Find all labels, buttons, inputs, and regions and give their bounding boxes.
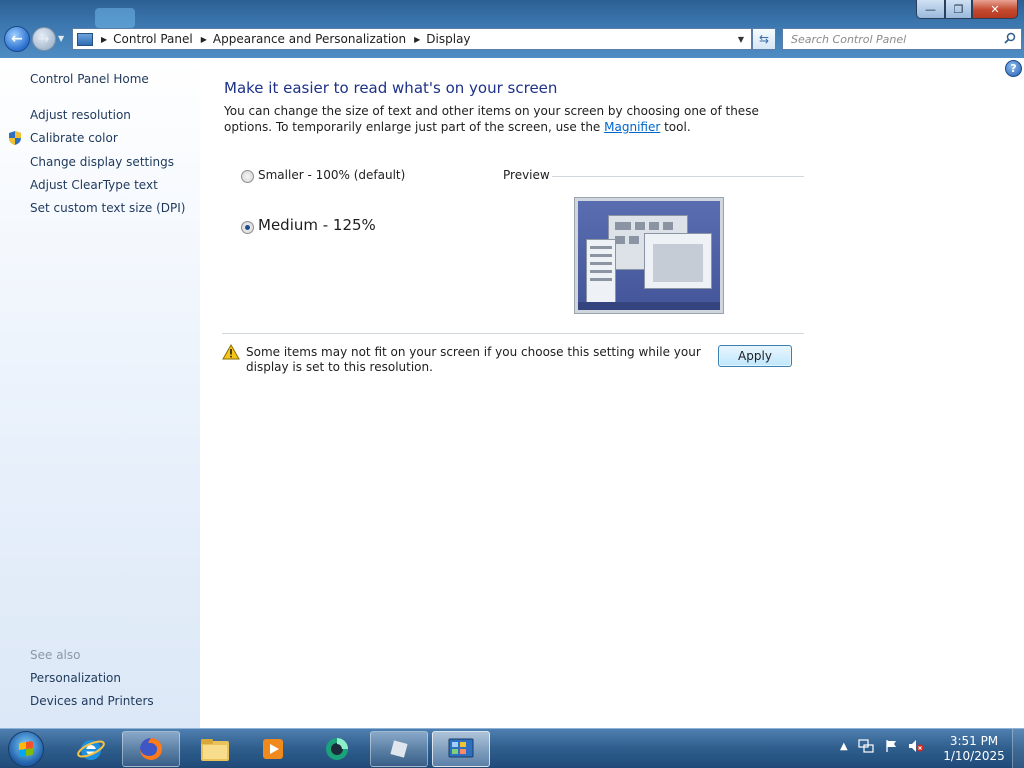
title-glass-highlight [95, 8, 135, 28]
taskbar-blank-app[interactable] [370, 731, 428, 767]
breadcrumb-arrow-icon[interactable]: ▶ [101, 35, 107, 44]
magnifier-link[interactable]: Magnifier [604, 120, 660, 134]
address-bar[interactable]: ▶ Control Panel ▶ Appearance and Persona… [72, 28, 752, 50]
search-icon[interactable] [1004, 32, 1016, 44]
taskbar-control-panel[interactable] [432, 731, 490, 767]
shield-icon [9, 131, 21, 145]
clock-time: 3:51 PM [949, 734, 999, 748]
clock-date: 1/10/2025 [943, 749, 1005, 763]
breadcrumb-appearance[interactable]: Appearance and Personalization [213, 32, 406, 46]
recent-pages-dropdown[interactable]: ▼ [58, 34, 64, 43]
show-desktop-button[interactable] [1012, 729, 1024, 768]
control-panel-icon [77, 32, 93, 46]
forward-button[interactable]: → [32, 27, 56, 51]
file-explorer-icon [201, 739, 229, 761]
network-icon[interactable] [858, 739, 874, 753]
radio-label-smaller[interactable]: Smaller - 100% (default) [258, 168, 405, 182]
volume-muted-icon[interactable] [908, 739, 924, 753]
blank-app-icon [390, 740, 408, 758]
sidebar-item-custom-text-size[interactable]: Set custom text size (DPI) [30, 201, 185, 215]
taskbar-app[interactable] [308, 731, 366, 767]
firefox-icon [140, 738, 162, 760]
preview-label: Preview [503, 168, 550, 182]
preview-divider [552, 176, 804, 177]
control-panel-icon [448, 738, 474, 758]
window-chrome: — ❐ ✕ ← → ▼ ▶ Control Panel ▶ Appearance… [0, 0, 1024, 58]
taskbar-media-player[interactable] [244, 731, 302, 767]
preview-window [644, 233, 712, 289]
apply-button[interactable]: Apply [718, 345, 792, 367]
breadcrumb-arrow-icon[interactable]: ▶ [201, 35, 207, 44]
breadcrumb-arrow-icon[interactable]: ▶ [414, 35, 420, 44]
search-box[interactable] [782, 28, 1022, 50]
breadcrumb-display[interactable]: Display [426, 32, 470, 46]
sidebar-item-calibrate-color[interactable]: Calibrate color [30, 131, 118, 145]
show-hidden-icons-icon[interactable]: ▲ [840, 741, 848, 752]
radio-smaller-100[interactable] [241, 170, 254, 183]
preview-screen [578, 201, 720, 310]
address-dropdown-icon[interactable]: ▼ [733, 31, 749, 47]
taskbar: ▲ 3:51 PM 1/10/2025 [0, 728, 1024, 768]
radio-medium-125[interactable] [241, 221, 254, 234]
taskbar-firefox[interactable] [122, 731, 180, 767]
help-icon[interactable]: ? [1005, 60, 1022, 77]
warning-icon [222, 344, 240, 360]
app-icon [326, 738, 348, 760]
back-arrow-icon: ← [11, 31, 23, 47]
media-player-icon [263, 739, 283, 759]
close-button[interactable]: ✕ [972, 0, 1018, 19]
forward-arrow-icon: → [38, 31, 50, 47]
sidebar-item-adjust-cleartype[interactable]: Adjust ClearType text [30, 178, 158, 192]
display-preview-image [574, 197, 724, 314]
sidebar-item-devices-and-printers[interactable]: Devices and Printers [30, 694, 154, 708]
see-also-heading: See also [30, 648, 81, 662]
radio-label-medium[interactable]: Medium - 125% [258, 216, 376, 234]
page-title: Make it easier to read what's on your sc… [224, 79, 558, 97]
preview-window [586, 239, 616, 305]
taskbar-internet-explorer[interactable] [62, 731, 120, 767]
taskbar-file-explorer[interactable] [186, 731, 244, 767]
sidebar-item-adjust-resolution[interactable]: Adjust resolution [30, 108, 131, 122]
page-description: You can change the size of text and othe… [224, 103, 784, 135]
refresh-button[interactable]: ⇆ [752, 28, 776, 50]
internet-explorer-icon [77, 740, 105, 760]
back-button[interactable]: ← [4, 26, 30, 52]
minimize-button[interactable]: — [916, 0, 945, 19]
window-controls: — ❐ ✕ [916, 0, 1018, 19]
sidebar: Control Panel Home Adjust resolution Cal… [0, 58, 200, 728]
action-center-flag-icon[interactable] [884, 739, 898, 753]
warning-message: Some items may not fit on your screen if… [246, 345, 701, 374]
section-divider [222, 333, 804, 334]
sidebar-item-personalization[interactable]: Personalization [30, 671, 121, 685]
description-text-end: tool. [660, 120, 691, 134]
search-input[interactable] [783, 29, 993, 49]
clock[interactable]: 3:51 PM 1/10/2025 [940, 734, 1008, 764]
start-button[interactable] [8, 731, 44, 767]
preview-taskbar [578, 302, 720, 310]
sidebar-item-control-panel-home[interactable]: Control Panel Home [30, 72, 149, 86]
maximize-button[interactable]: ❐ [945, 0, 972, 19]
system-tray: ▲ [840, 739, 924, 753]
windows-logo-icon [19, 741, 33, 757]
breadcrumb-control-panel[interactable]: Control Panel [113, 32, 193, 46]
refresh-icon: ⇆ [758, 32, 770, 46]
sidebar-item-change-display-settings[interactable]: Change display settings [30, 155, 174, 169]
